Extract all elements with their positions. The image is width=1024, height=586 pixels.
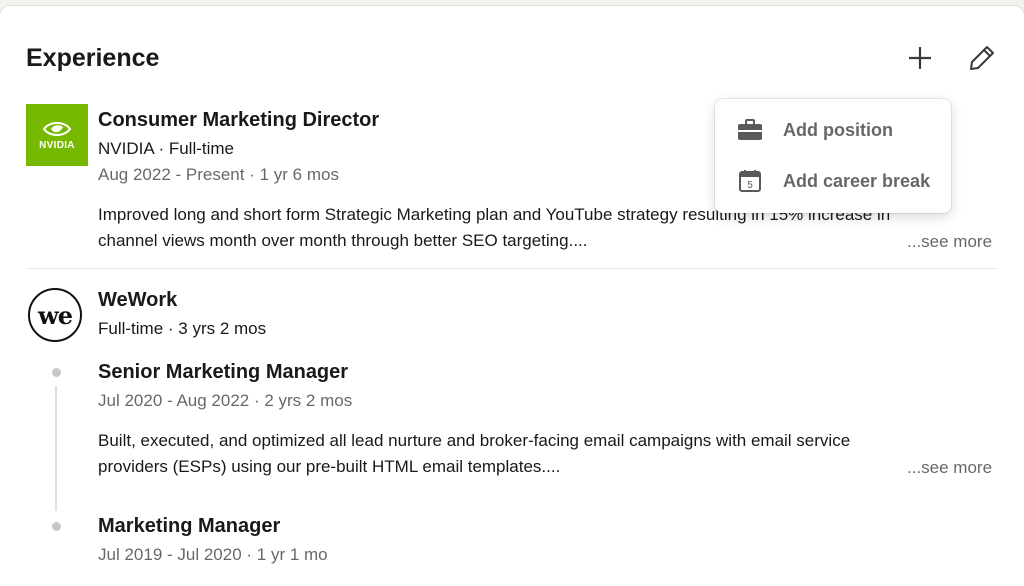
timeline-dot	[52, 522, 61, 531]
position-description-line1: Built, executed, and optimized all lead …	[98, 431, 851, 450]
experience-card: Experience NVIDIA Consumer Marketing Dir…	[0, 6, 1024, 586]
company-employment: NVIDIA · Full-time	[98, 139, 235, 158]
wework-logo[interactable]: we	[28, 288, 82, 342]
add-experience-menu: Add position 5 Add career break	[715, 99, 951, 213]
add-career-break-item[interactable]: 5 Add career break	[715, 156, 951, 206]
timeline-line	[55, 386, 57, 511]
company-tenure: Full-time · 3 yrs 2 mos	[98, 319, 267, 338]
see-more-link[interactable]: ...see more	[907, 232, 992, 252]
position-description-line2: providers (ESPs) using our pre-built HTM…	[98, 457, 561, 476]
pencil-icon	[970, 46, 994, 70]
company-name[interactable]: WeWork	[98, 289, 177, 312]
position-dates: Jul 2020 - Aug 2022 · 2 yrs 2 mos	[98, 391, 353, 410]
position-description-line2: channel views month over month through b…	[98, 231, 588, 250]
briefcase-icon	[737, 117, 763, 143]
position-title[interactable]: Consumer Marketing Director	[98, 109, 379, 132]
position-title[interactable]: Marketing Manager	[98, 515, 280, 538]
section-title: Experience	[26, 44, 160, 72]
position-dates: Jul 2019 - Jul 2020 · 1 yr 1 mo	[98, 545, 328, 564]
position-title[interactable]: Senior Marketing Manager	[98, 361, 348, 384]
svg-text:5: 5	[747, 180, 753, 191]
calendar-icon: 5	[737, 168, 763, 194]
add-experience-button[interactable]	[898, 36, 942, 80]
divider	[26, 268, 998, 269]
edit-experience-button[interactable]	[960, 36, 1004, 80]
position-dates: Aug 2022 - Present · 1 yr 6 mos	[98, 165, 339, 184]
nvidia-logo-text: NVIDIA	[39, 140, 75, 151]
add-career-break-label: Add career break	[783, 170, 931, 191]
plus-icon	[909, 47, 931, 69]
add-position-item[interactable]: Add position	[715, 105, 951, 155]
timeline-dot	[52, 368, 61, 377]
add-position-label: Add position	[783, 119, 893, 140]
nvidia-eye-icon	[42, 122, 72, 136]
nvidia-logo[interactable]: NVIDIA	[26, 104, 88, 166]
see-more-link[interactable]: ...see more	[907, 458, 992, 478]
